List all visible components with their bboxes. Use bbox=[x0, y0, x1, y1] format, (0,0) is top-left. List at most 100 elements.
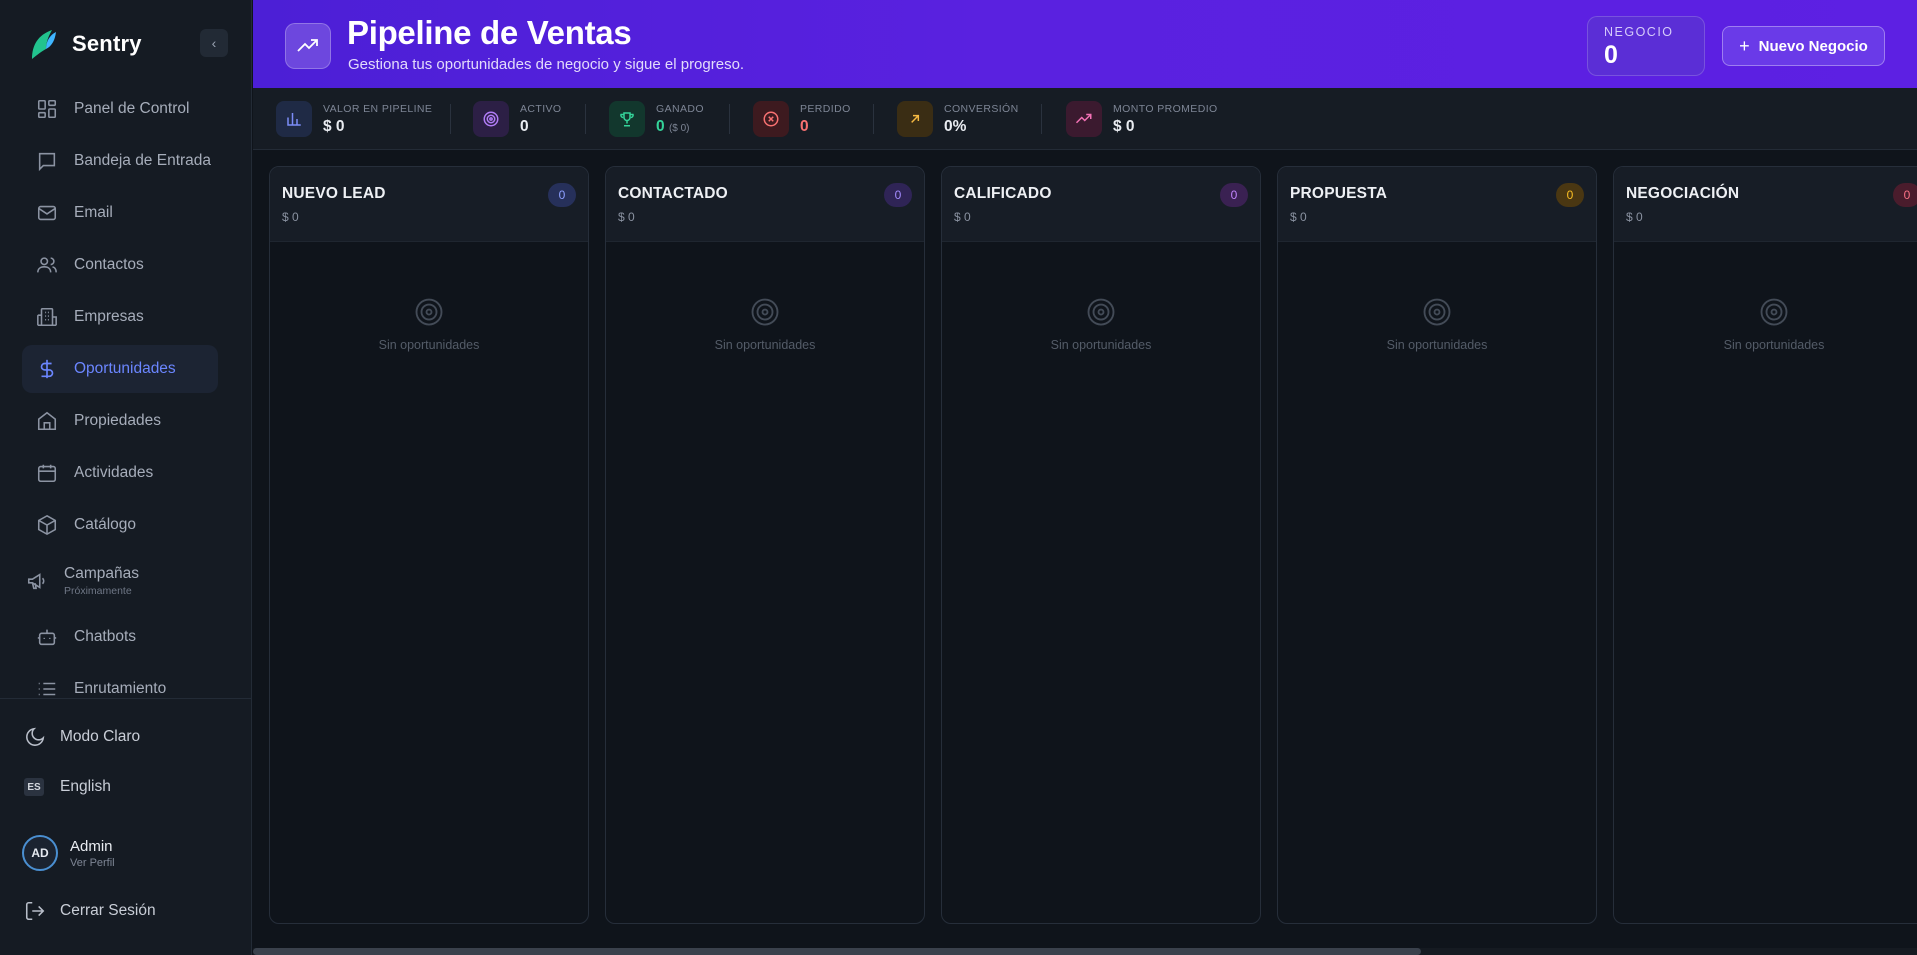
sidebar-item-enrutamiento[interactable]: Enrutamiento bbox=[22, 665, 218, 713]
column-count-badge: 0 bbox=[1893, 183, 1917, 207]
kanban-column-propuesta[interactable]: PROPUESTA $ 0 0 Sin oportunidades bbox=[1277, 166, 1597, 924]
page-subtitle: Gestiona tus oportunidades de negocio y … bbox=[348, 56, 745, 73]
stat-label: CONVERSIÓN bbox=[944, 102, 1019, 115]
stat-won: GANADO 0 ($ 0) bbox=[609, 101, 704, 137]
stat-value: $ 0 bbox=[1113, 117, 1135, 135]
column-empty-state: Sin oportunidades bbox=[270, 297, 588, 352]
brand-name: Sentry bbox=[72, 31, 142, 56]
chevron-left-icon: ‹ bbox=[211, 35, 217, 51]
stat-active: ACTIVO 0 bbox=[473, 101, 562, 137]
brand[interactable]: Sentry bbox=[28, 26, 142, 62]
theme-toggle-label: Modo Claro bbox=[60, 728, 141, 745]
sidebar-item-email[interactable]: Email bbox=[22, 189, 218, 237]
logout-label: Cerrar Sesión bbox=[60, 902, 156, 919]
stat-value: 0 ($ 0) bbox=[656, 118, 704, 136]
calendar-icon bbox=[37, 464, 57, 483]
stat-won-count: 0 bbox=[656, 117, 665, 135]
column-title: NEGOCIACIÓN bbox=[1626, 185, 1740, 202]
sidebar-item-label: Enrutamiento bbox=[74, 680, 167, 697]
users-icon bbox=[37, 257, 57, 273]
kanban-column-negociacion[interactable]: NEGOCIACIÓN $ 0 0 Sin oportunidades bbox=[1613, 166, 1917, 924]
sidebar-item-catalogo[interactable]: Catálogo bbox=[22, 501, 218, 549]
column-empty-state: Sin oportunidades bbox=[1278, 297, 1596, 352]
target-icon bbox=[1760, 298, 1788, 326]
column-title: PROPUESTA bbox=[1290, 185, 1388, 202]
target-icon bbox=[483, 111, 499, 127]
sidebar-item-chatbots[interactable]: Chatbots bbox=[22, 613, 218, 661]
column-count-badge: 0 bbox=[1220, 183, 1248, 207]
target-icon bbox=[1423, 298, 1451, 326]
stat-icon-box bbox=[753, 101, 789, 137]
column-count-badge: 0 bbox=[548, 183, 576, 207]
sidebar-item-campanas[interactable]: Campañas Próximamente bbox=[22, 553, 218, 609]
column-header: PROPUESTA $ 0 0 bbox=[1278, 167, 1596, 242]
sidebar-item-label: Empresas bbox=[74, 308, 144, 325]
stat-won-amount: ($ 0) bbox=[668, 122, 690, 134]
scrollbar-thumb[interactable] bbox=[253, 948, 1421, 955]
sidebar-item-contactos[interactable]: Contactos bbox=[22, 241, 218, 289]
language-toggle[interactable]: ES English bbox=[24, 778, 111, 796]
kanban-column-calificado[interactable]: CALIFICADO $ 0 0 Sin oportunidades bbox=[941, 166, 1261, 924]
sidebar-footer bbox=[0, 698, 252, 699]
trending-up-icon bbox=[297, 39, 318, 52]
horizontal-scrollbar[interactable] bbox=[253, 948, 1917, 955]
new-deal-label: Nuevo Negocio bbox=[1758, 37, 1868, 55]
sidebar-item-propiedades[interactable]: Propiedades bbox=[22, 397, 218, 445]
column-title: CALIFICADO bbox=[954, 185, 1052, 202]
sidebar-item-label: Bandeja de Entrada bbox=[74, 152, 212, 169]
negocio-counter: NEGOCIO 0 bbox=[1587, 16, 1705, 76]
stat-label: GANADO bbox=[656, 102, 704, 115]
sentry-logo-icon bbox=[32, 30, 56, 59]
trending-up-icon bbox=[1075, 113, 1092, 124]
sidebar-item-empresas[interactable]: Empresas bbox=[22, 293, 218, 341]
stat-value: $ 0 bbox=[323, 117, 345, 135]
column-empty-state: Sin oportunidades bbox=[1614, 297, 1917, 352]
avatar: AD bbox=[22, 835, 58, 871]
column-header: NUEVO LEAD $ 0 0 bbox=[270, 167, 588, 242]
sidebar-item-label: Catálogo bbox=[74, 516, 137, 533]
negocio-value: 0 bbox=[1604, 41, 1618, 69]
theme-toggle[interactable]: Modo Claro bbox=[24, 726, 140, 748]
collapse-sidebar-button[interactable]: ‹ bbox=[200, 29, 228, 57]
stat-divider bbox=[1041, 104, 1042, 134]
sidebar-item-oportunidades[interactable]: Oportunidades bbox=[22, 345, 218, 393]
logout-icon bbox=[25, 901, 45, 921]
package-icon bbox=[37, 514, 57, 536]
trophy-icon bbox=[620, 112, 634, 127]
stat-divider bbox=[450, 104, 451, 134]
stat-value: 0 bbox=[800, 117, 809, 135]
stat-label: MONTO PROMEDIO bbox=[1113, 102, 1218, 115]
sidebar-item-actividades[interactable]: Actividades bbox=[22, 449, 218, 497]
stat-lost: PERDIDO 0 bbox=[753, 101, 851, 137]
stat-label: ACTIVO bbox=[520, 102, 562, 115]
kanban-column-contactado[interactable]: CONTACTADO $ 0 0 Sin oportunidades bbox=[605, 166, 925, 924]
coming-soon-label: Próximamente bbox=[64, 585, 132, 597]
sidebar: Sentry ‹ Panel de Control Bandeja de Ent… bbox=[0, 0, 252, 955]
megaphone-icon bbox=[27, 573, 45, 590]
language-label: English bbox=[60, 778, 111, 795]
stat-icon-box bbox=[473, 101, 509, 137]
stat-pipeline-value: VALOR EN PIPELINE $ 0 bbox=[276, 101, 432, 137]
column-count-badge: 0 bbox=[884, 183, 912, 207]
mail-icon bbox=[37, 205, 57, 221]
sidebar-item-bandeja[interactable]: Bandeja de Entrada bbox=[22, 137, 218, 185]
new-deal-button[interactable]: + Nuevo Negocio bbox=[1722, 26, 1885, 66]
arrow-up-right-icon bbox=[911, 114, 920, 123]
stat-icon-box bbox=[276, 101, 312, 137]
dashboard-icon bbox=[37, 99, 57, 119]
column-amount: $ 0 bbox=[282, 210, 299, 224]
column-count-badge: 0 bbox=[1556, 183, 1584, 207]
logout-button[interactable]: Cerrar Sesión bbox=[24, 900, 156, 922]
column-amount: $ 0 bbox=[954, 210, 971, 224]
target-icon bbox=[415, 298, 443, 326]
column-amount: $ 0 bbox=[618, 210, 635, 224]
stat-average: MONTO PROMEDIO $ 0 bbox=[1066, 101, 1218, 137]
user-profile[interactable]: AD Admin Ver Perfil bbox=[22, 835, 115, 871]
sidebar-item-panel-de-control[interactable]: Panel de Control bbox=[22, 85, 218, 133]
kanban-column-nuevo-lead[interactable]: NUEVO LEAD $ 0 0 Sin oportunidades bbox=[269, 166, 589, 924]
list-icon bbox=[38, 682, 56, 696]
x-circle-icon bbox=[763, 111, 779, 127]
empty-text: Sin oportunidades bbox=[1386, 338, 1488, 352]
view-profile-link[interactable]: Ver Perfil bbox=[70, 857, 115, 869]
inbox-icon bbox=[38, 152, 56, 172]
